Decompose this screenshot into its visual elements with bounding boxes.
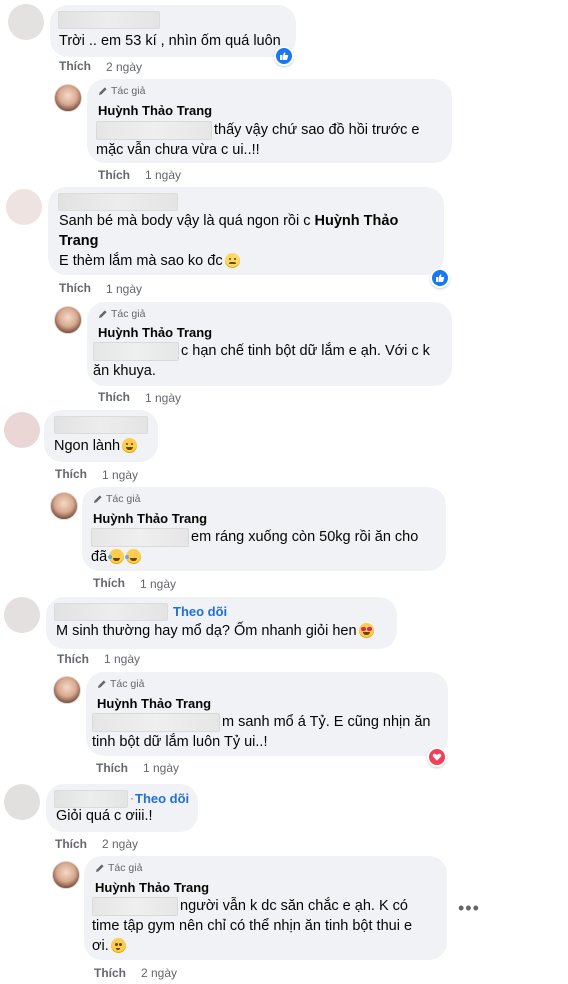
reply-bubble: Tác giả Huỳnh Thảo Trang m sanh mổ á Tỷ.… — [86, 672, 448, 756]
comment-text: M sinh thường hay mổ dạ? Ốm nhanh giỏi h… — [56, 621, 374, 641]
pleading-emoji-icon — [110, 938, 126, 953]
comment-text: Ngon lành — [54, 436, 138, 456]
love-reaction-icon[interactable] — [427, 747, 447, 767]
pencil-icon — [96, 864, 104, 872]
pencil-icon — [98, 680, 106, 688]
author-badge: Tác giả — [93, 493, 140, 505]
rofl-emoji-icon — [108, 549, 125, 564]
pencil-icon — [94, 495, 102, 503]
comment-bubble: · Theo dõi Giỏi quá c ơiii.! — [46, 784, 198, 832]
comment-text: Sanh bé mà body vậy là quá ngon rồi c Hu… — [59, 213, 399, 269]
follow-link[interactable]: Theo dõi — [135, 791, 189, 806]
mention-blurred[interactable] — [96, 120, 212, 140]
like-link[interactable]: Thích — [55, 467, 87, 481]
reply-text: người vẫn k dc săn chắc e ạh. K có time … — [92, 896, 413, 954]
author-tag[interactable]: Huỳnh Thảo — [315, 213, 399, 229]
author-name[interactable]: Huỳnh Thảo Trang — [97, 696, 211, 711]
author-avatar[interactable] — [50, 492, 78, 520]
comment-timestamp[interactable]: 1 ngày — [106, 282, 142, 296]
author-badge: Tác giả — [95, 862, 142, 874]
reply-bubble: Tác giả Huỳnh Thảo Trang người vẫn k dc … — [84, 856, 447, 960]
heart-eyes-emoji-icon — [358, 623, 374, 638]
rofl-emoji-icon — [125, 549, 142, 564]
comment-bubble: Sanh bé mà body vậy là quá ngon rồi c Hu… — [48, 187, 444, 275]
comment-timestamp[interactable]: 2 ngày — [106, 60, 142, 74]
comment-timestamp[interactable]: 1 ngày — [104, 652, 140, 666]
mention-blurred[interactable] — [92, 896, 178, 916]
reply-bubble: Tác giả Huỳnh Thảo Trang em ráng xuống c… — [82, 487, 446, 571]
author-badge: Tác giả — [97, 678, 144, 690]
comment-text: Trời .. em 53 kí , nhìn ốm quá luôn — [59, 33, 281, 49]
reply-text: c hạn chế tinh bột dữ lắm e ạh. Với c k … — [93, 341, 430, 379]
author-name[interactable]: Huỳnh Thảo Trang — [93, 511, 207, 526]
reply-timestamp[interactable]: 1 ngày — [140, 577, 176, 591]
author-name[interactable]: Huỳnh Thảo Trang — [95, 880, 209, 895]
like-link[interactable]: Thích — [98, 168, 130, 182]
mention-blurred[interactable] — [91, 527, 189, 547]
like-link[interactable]: Thích — [55, 837, 87, 851]
author-avatar[interactable] — [54, 306, 82, 334]
commenter-avatar[interactable] — [6, 189, 42, 225]
reply-timestamp[interactable]: 1 ngày — [143, 761, 179, 775]
disappointed-emoji-icon — [224, 253, 240, 268]
author-avatar[interactable] — [53, 676, 81, 704]
commenter-name-blurred[interactable] — [58, 11, 160, 29]
like-link[interactable]: Thích — [57, 652, 89, 666]
commenter-avatar[interactable] — [4, 784, 40, 820]
comment-timestamp[interactable]: 2 ngày — [102, 837, 138, 851]
author-avatar[interactable] — [52, 861, 80, 889]
commenter-name-blurred[interactable] — [54, 603, 168, 621]
laughing-emoji-icon — [122, 438, 138, 453]
reply-bubble: Tác giả Huỳnh Thảo Trang c hạn chế tinh … — [87, 302, 452, 386]
reply-text: em ráng xuống còn 50kg rồi ăn cho đã — [91, 527, 419, 565]
like-reaction-icon[interactable] — [430, 268, 450, 288]
author-badge: Tác giả — [98, 85, 145, 97]
commenter-name-blurred[interactable] — [58, 193, 178, 211]
like-link[interactable]: Thích — [94, 966, 126, 980]
commenter-avatar[interactable] — [4, 597, 40, 633]
pencil-icon — [99, 87, 107, 95]
like-link[interactable]: Thích — [98, 390, 130, 404]
author-tag[interactable]: Trang — [59, 233, 98, 249]
reply-text: thấy vậy chứ sao đồ hồi trước e mặc vẫn … — [96, 120, 420, 158]
commenter-avatar[interactable] — [4, 412, 40, 448]
like-link[interactable]: Thích — [96, 761, 128, 775]
reply-bubble: Tác giả Huỳnh Thảo Trang thấy vậy chứ sa… — [87, 79, 452, 163]
like-link[interactable]: Thích — [59, 59, 91, 73]
author-name[interactable]: Huỳnh Thảo Trang — [98, 103, 212, 118]
mention-blurred[interactable] — [93, 341, 179, 361]
more-options-icon[interactable]: ••• — [458, 898, 480, 919]
author-name[interactable]: Huỳnh Thảo Trang — [98, 325, 212, 340]
follow-link[interactable]: Theo dõi — [173, 604, 227, 619]
commenter-avatar[interactable] — [8, 4, 44, 40]
comment-timestamp[interactable]: 1 ngày — [102, 468, 138, 482]
like-reaction-icon[interactable] — [274, 46, 294, 66]
reply-text: m sanh mổ á Tỷ. E cũng nhịn ăn tinh bột … — [92, 712, 431, 750]
reply-timestamp[interactable]: 2 ngày — [141, 966, 177, 980]
comment-text: Giỏi quá c ơiii.! — [56, 808, 153, 824]
commenter-name-blurred[interactable] — [54, 416, 148, 434]
author-avatar[interactable] — [54, 84, 82, 112]
author-badge: Tác giả — [98, 308, 145, 320]
like-link[interactable]: Thích — [93, 576, 125, 590]
mention-blurred[interactable] — [92, 712, 220, 732]
comment-bubble: Ngon lành — [44, 410, 158, 462]
pencil-icon — [99, 310, 107, 318]
reply-timestamp[interactable]: 1 ngày — [145, 168, 181, 182]
comment-bubble: Theo dõi M sinh thường hay mổ dạ? Ốm nha… — [46, 597, 397, 649]
like-link[interactable]: Thích — [59, 281, 91, 295]
follow-separator: · — [130, 791, 134, 805]
reply-timestamp[interactable]: 1 ngày — [145, 391, 181, 405]
comment-bubble: Trời .. em 53 kí , nhìn ốm quá luôn — [50, 5, 296, 57]
